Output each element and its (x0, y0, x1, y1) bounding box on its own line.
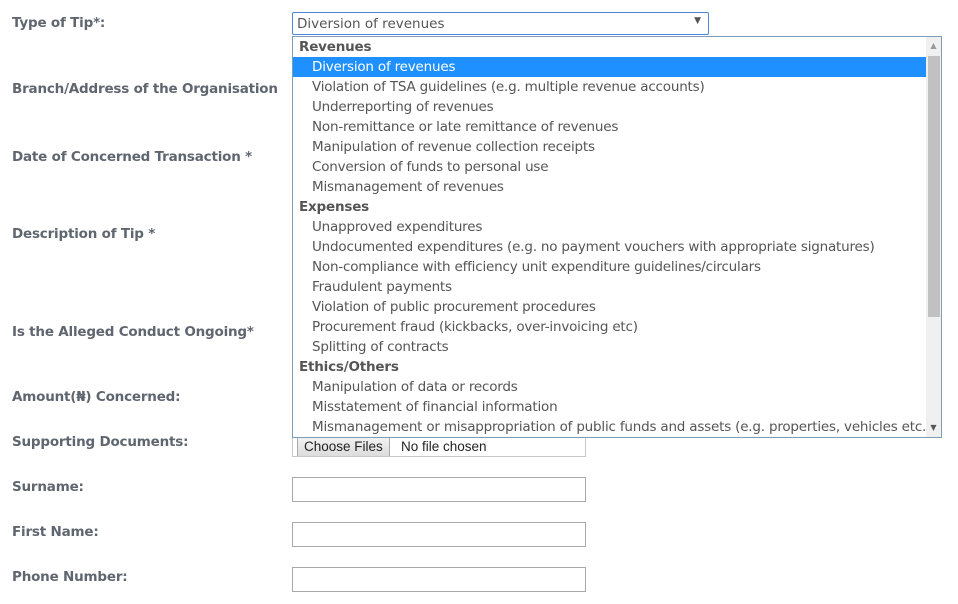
dropdown-option[interactable]: Procurement fraud (kickbacks, over-invoi… (293, 317, 926, 337)
dropdown-option-selected[interactable]: Diversion of revenues (293, 57, 926, 77)
dropdown-option[interactable]: Non-remittance or late remittance of rev… (293, 117, 926, 137)
label-first-name: First Name: (12, 524, 99, 540)
dropdown-option[interactable]: Undocumented expenditures (e.g. no payme… (293, 237, 926, 257)
optgroup-label: Ethics/Others (299, 359, 399, 375)
dropdown-scrollbar[interactable]: ▲ ▼ (926, 37, 941, 437)
dropdown-option[interactable]: Manipulation of data or records (293, 377, 926, 397)
dropdown-option[interactable]: Violation of TSA guidelines (e.g. multip… (293, 77, 926, 97)
label-amount: Amount(₦) Concerned: (12, 389, 181, 405)
dropdown-option[interactable]: Misstatement of financial information (293, 397, 926, 417)
label-conduct-ongoing: Is the Alleged Conduct Ongoing* (12, 324, 254, 340)
dropdown-option[interactable]: Mismanagement or misappropriation of pub… (293, 417, 931, 437)
surname-input[interactable] (292, 477, 586, 502)
dropdown-options: Revenues Diversion of revenues Violation o… (293, 37, 931, 437)
first-name-input[interactable] (292, 522, 586, 547)
type-of-tip-dropdown-list[interactable]: Revenues Diversion of revenues Violation o… (292, 36, 942, 438)
dropdown-option[interactable]: Underreporting of revenues (293, 97, 926, 117)
dropdown-option[interactable]: Conversion of funds to personal use (293, 157, 926, 177)
scroll-thumb[interactable] (928, 56, 940, 317)
dropdown-option[interactable]: Splitting of contracts (293, 337, 926, 357)
file-status-text: No file chosen (401, 439, 487, 454)
scroll-up-arrow-icon[interactable]: ▲ (926, 39, 941, 53)
label-phone: Phone Number: (12, 569, 128, 585)
type-of-tip-selected-value: Diversion of revenues (297, 16, 445, 32)
label-description: Description of Tip * (12, 226, 156, 242)
label-supporting-docs: Supporting Documents: (12, 434, 189, 450)
choose-files-button[interactable]: Choose Files (297, 437, 390, 456)
phone-number-input[interactable] (292, 567, 586, 592)
supporting-documents-file-input[interactable]: Choose Files No file chosen (292, 436, 586, 457)
optgroup-label: Revenues (299, 39, 372, 55)
dropdown-arrow-icon: ▼ (694, 16, 701, 26)
dropdown-option[interactable]: Non-compliance with efficiency unit expe… (293, 257, 926, 277)
dropdown-option[interactable]: Violation of public procurement procedur… (293, 297, 926, 317)
label-branch-address: Branch/Address of the Organisation (12, 81, 278, 97)
dropdown-option[interactable]: Mismanagement of revenues (293, 177, 926, 197)
dropdown-option[interactable]: Manipulation of revenue collection recei… (293, 137, 926, 157)
dropdown-option[interactable]: Unapproved expenditures (293, 217, 926, 237)
dropdown-option[interactable]: Fraudulent payments (293, 277, 926, 297)
type-of-tip-select[interactable]: Diversion of revenues ▼ (292, 12, 709, 35)
scroll-down-arrow-icon[interactable]: ▼ (926, 421, 941, 435)
label-type-of-tip: Type of Tip*: (12, 15, 106, 31)
label-date-transaction: Date of Concerned Transaction * (12, 149, 252, 165)
optgroup-label: Expenses (299, 199, 369, 215)
label-surname: Surname: (12, 479, 84, 495)
